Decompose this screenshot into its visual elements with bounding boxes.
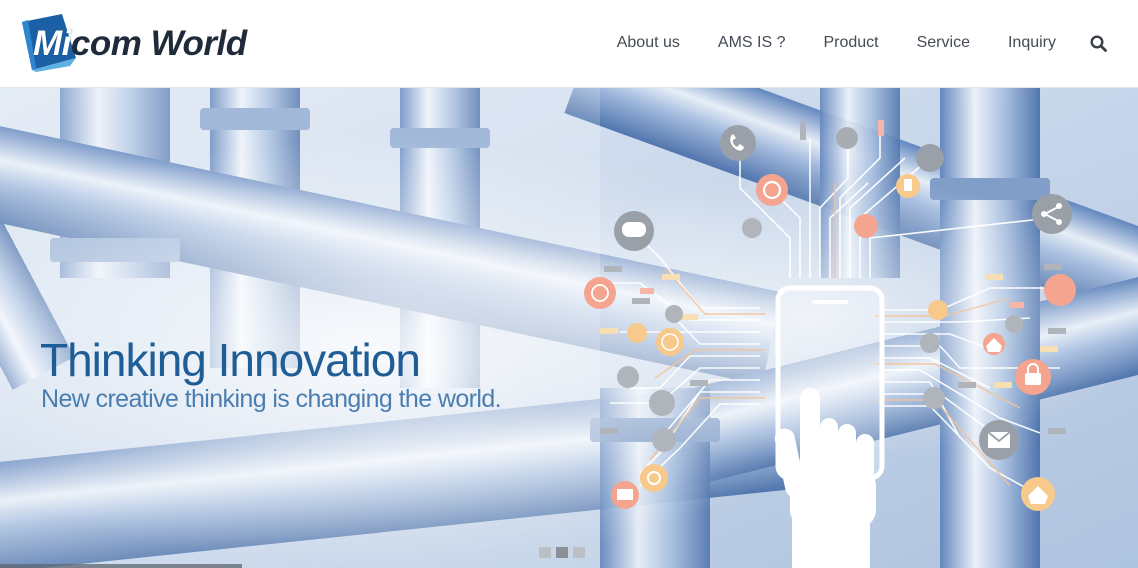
nav-item-about-us[interactable]: About us xyxy=(617,28,680,58)
hero-title: Thinking Innovation xyxy=(40,334,421,386)
hero-background-illustration xyxy=(0,88,1138,568)
slider-dot-3[interactable] xyxy=(573,547,585,558)
logo-text-mi: Mi xyxy=(33,24,71,63)
hero-subtitle: New creative thinking is changing the wo… xyxy=(41,385,502,413)
slider-progress-bar xyxy=(0,564,242,568)
search-button[interactable] xyxy=(1088,28,1108,58)
logo[interactable]: Micom World xyxy=(18,14,258,74)
nav-item-product[interactable]: Product xyxy=(823,28,878,58)
nav-item-inquiry[interactable]: Inquiry xyxy=(1008,28,1056,58)
hero-slider: Thinking Innovation New creative thinkin… xyxy=(0,88,1138,568)
slider-pagination xyxy=(539,547,590,558)
slider-dot-2[interactable] xyxy=(556,547,568,558)
search-icon xyxy=(1089,34,1107,52)
site-header: Micom World About us AMS IS ? Product Se… xyxy=(0,0,1138,88)
logo-text-rest: com World xyxy=(70,24,247,63)
nav-item-service[interactable]: Service xyxy=(917,28,970,58)
main-nav: About us AMS IS ? Product Service Inquir… xyxy=(617,28,1108,58)
logo-text: Micom World xyxy=(33,24,247,64)
nav-item-ams-is[interactable]: AMS IS ? xyxy=(718,28,786,58)
slider-dot-1[interactable] xyxy=(539,547,551,558)
